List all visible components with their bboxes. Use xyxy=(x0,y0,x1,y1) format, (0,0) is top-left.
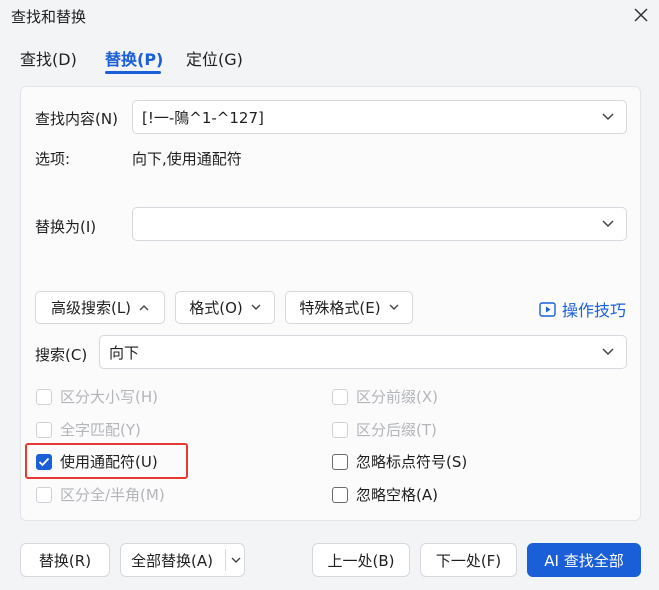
ignore-spaces-label: 忽略空格(A) xyxy=(356,486,438,504)
whole-word-checkbox[interactable]: 全字匹配(Y) xyxy=(36,419,141,440)
checkbox-box xyxy=(332,388,348,405)
options-value: 向下,使用通配符 xyxy=(132,150,242,168)
chevron-up-icon xyxy=(139,305,149,311)
full-half-width-label: 区分全/半角(M) xyxy=(60,486,165,504)
format-label: 格式(O) xyxy=(189,299,243,317)
search-label: 搜索(C) xyxy=(35,346,88,364)
find-value: [!一-隝^1-^127] xyxy=(142,108,264,127)
checkbox-box xyxy=(332,421,348,438)
chevron-down-icon xyxy=(251,304,261,310)
ignore-spaces-checkbox[interactable]: 忽略空格(A) xyxy=(332,484,438,505)
replace-all-label: 全部替换(A) xyxy=(131,551,213,570)
full-half-width-checkbox[interactable]: 区分全/半角(M) xyxy=(36,484,165,505)
play-video-icon xyxy=(539,301,556,317)
operation-tips-label: 操作技巧 xyxy=(562,301,627,320)
chevron-down-icon xyxy=(602,220,614,228)
ai-find-all-button[interactable]: AI 查找全部 xyxy=(527,543,641,577)
previous-button[interactable]: 上一处(B) xyxy=(312,543,410,577)
tab-find[interactable]: 查找(D) xyxy=(20,46,77,70)
search-direction-combo[interactable]: 向下 xyxy=(99,335,627,369)
advanced-search-button[interactable]: 高级搜索(L) xyxy=(35,291,165,324)
chevron-down-icon[interactable] xyxy=(231,557,241,564)
replace-all-button[interactable]: 全部替换(A) xyxy=(120,543,245,577)
match-suffix-label: 区分后缀(T) xyxy=(356,421,437,439)
checkbox-box xyxy=(36,486,52,503)
match-case-label: 区分大小写(H) xyxy=(60,388,158,406)
checkbox-box xyxy=(36,421,52,438)
match-case-checkbox[interactable]: 区分大小写(H) xyxy=(36,386,158,407)
checkbox-box xyxy=(36,388,52,405)
close-icon xyxy=(634,8,648,22)
chevron-down-icon xyxy=(602,348,614,356)
highlight-annotation xyxy=(25,443,188,479)
chevron-down-icon xyxy=(602,113,614,121)
match-prefix-label: 区分前缀(X) xyxy=(356,388,438,406)
replace-combo[interactable] xyxy=(132,207,627,241)
chevron-down-icon xyxy=(389,304,399,310)
close-button[interactable] xyxy=(628,2,654,28)
split-divider xyxy=(225,549,226,571)
format-button[interactable]: 格式(O) xyxy=(175,291,275,324)
advanced-search-label: 高级搜索(L) xyxy=(50,299,132,317)
ignore-punctuation-checkbox[interactable]: 忽略标点符号(S) xyxy=(332,451,467,472)
active-tab-indicator xyxy=(105,71,161,74)
checkbox-box xyxy=(332,486,348,503)
match-suffix-checkbox[interactable]: 区分后缀(T) xyxy=(332,419,437,440)
match-prefix-checkbox[interactable]: 区分前缀(X) xyxy=(332,386,438,407)
find-combo[interactable]: [!一-隝^1-^127] xyxy=(132,100,627,134)
search-direction-value: 向下 xyxy=(109,343,140,362)
next-button[interactable]: 下一处(F) xyxy=(420,543,517,577)
window-title: 查找和替换 xyxy=(11,8,87,26)
tab-replace[interactable]: 替换(P) xyxy=(105,46,163,70)
checkbox-box xyxy=(332,453,348,470)
whole-word-label: 全字匹配(Y) xyxy=(60,421,141,439)
replace-label: 替换为(I) xyxy=(35,218,97,236)
replace-button[interactable]: 替换(R) xyxy=(20,543,110,577)
special-format-button[interactable]: 特殊格式(E) xyxy=(285,291,413,324)
options-label: 选项: xyxy=(35,150,71,168)
special-format-label: 特殊格式(E) xyxy=(299,299,381,317)
operation-tips-link[interactable]: 操作技巧 xyxy=(539,297,626,321)
ignore-punctuation-label: 忽略标点符号(S) xyxy=(356,453,468,471)
tab-goto[interactable]: 定位(G) xyxy=(186,46,243,70)
find-label: 查找内容(N) xyxy=(35,110,118,128)
